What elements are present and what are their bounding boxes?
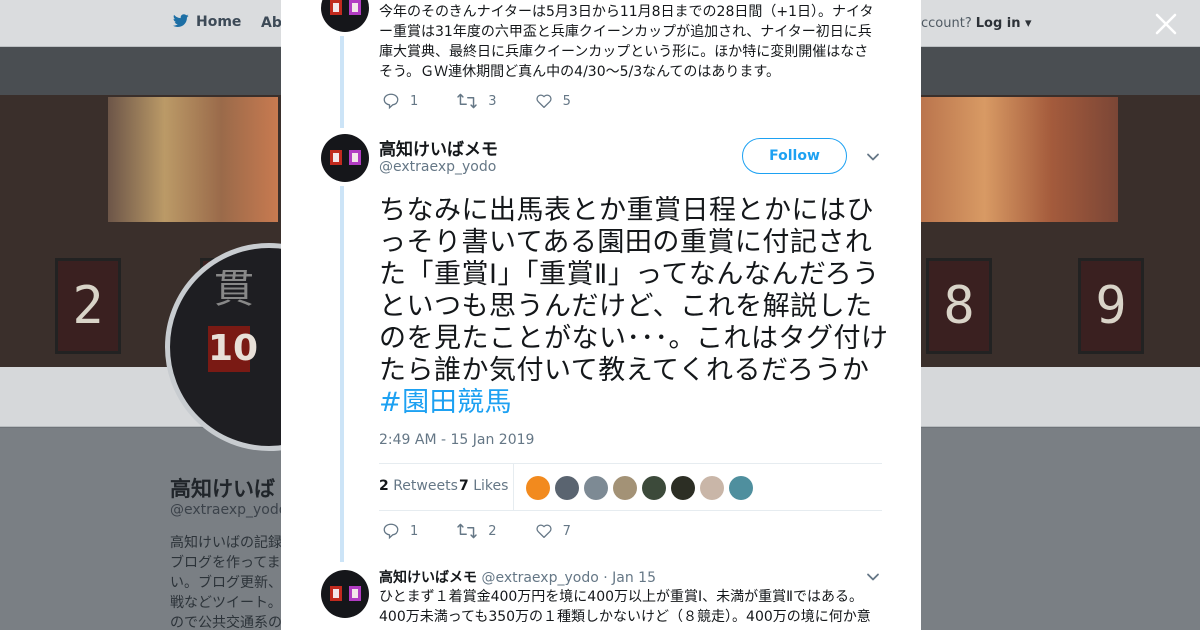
- liker-avatar[interactable]: [613, 476, 637, 500]
- liker-avatars: [526, 476, 758, 500]
- reply-author-name[interactable]: 高知けいばメモ: [379, 570, 477, 586]
- thread-connector: [340, 36, 344, 128]
- liker-avatar[interactable]: [729, 476, 753, 500]
- prev-tweet-actions: 1 3 5: [382, 92, 597, 110]
- heart-icon: [535, 524, 552, 539]
- chevron-down-icon[interactable]: [865, 149, 881, 165]
- reply-tweet-text: ひとまず１着賞金400万円を境に400万以上が重賞Ⅰ、未満が重賞Ⅱではある。40…: [379, 589, 871, 625]
- avatar[interactable]: [321, 0, 369, 32]
- author-name[interactable]: 高知けいばメモ: [379, 135, 498, 160]
- retweet-icon: [457, 523, 478, 539]
- reply-button[interactable]: 1: [382, 522, 418, 540]
- reply-tweet-header: 高知けいばメモ @extraexp_yodo · Jan 15: [379, 567, 656, 587]
- liker-avatar[interactable]: [642, 476, 666, 500]
- stats-divider: [513, 464, 514, 510]
- close-icon[interactable]: [1154, 12, 1178, 36]
- reply-date[interactable]: Jan 15: [612, 570, 656, 586]
- like-button[interactable]: 5: [535, 92, 571, 110]
- like-button[interactable]: 7: [535, 522, 571, 540]
- hashtag-link[interactable]: #園田競馬: [379, 387, 512, 418]
- reply-button[interactable]: 1: [382, 92, 418, 110]
- reply-icon: [383, 93, 399, 110]
- reply-dot: ·: [603, 570, 608, 586]
- tweet-text: ちなみに出馬表とか重賞日程とかにはひっそり書いてある園田の重賞に付記された「重賞…: [379, 195, 889, 419]
- liker-avatar[interactable]: [671, 476, 695, 500]
- liker-avatar[interactable]: [700, 476, 724, 500]
- retweet-button[interactable]: 3: [456, 92, 497, 110]
- tweet-body: ちなみに出馬表とか重賞日程とかにはひっそり書いてある園田の重賞に付記された「重賞…: [379, 195, 889, 386]
- liker-avatar[interactable]: [555, 476, 579, 500]
- main-tweet-actions: 1 2 7: [382, 522, 597, 540]
- reply-icon: [383, 523, 399, 540]
- tweet-permalink-modal: 今年のそのきんナイターは5月3日から11月8日までの28日間（+1日）。ナイター…: [281, 0, 921, 630]
- author-avatar[interactable]: [321, 134, 369, 182]
- chevron-down-icon[interactable]: [865, 569, 881, 585]
- author-handle[interactable]: @extraexp_yodo: [379, 159, 496, 175]
- heart-icon: [535, 94, 552, 109]
- prev-tweet-text: 今年のそのきんナイターは5月3日から11月8日までの28日間（+1日）。ナイター…: [379, 4, 874, 80]
- likes-stat[interactable]: 7 Likes: [459, 478, 508, 494]
- follow-button[interactable]: Follow: [742, 138, 847, 174]
- thread-connector: [340, 186, 344, 562]
- retweet-button[interactable]: 2: [456, 522, 497, 540]
- reply-author-handle[interactable]: @extraexp_yodo: [481, 570, 598, 586]
- retweet-icon: [457, 93, 478, 109]
- tweet-stats: 2 Retweets 7 Likes: [379, 463, 882, 511]
- liker-avatar[interactable]: [584, 476, 608, 500]
- liker-avatar[interactable]: [526, 476, 550, 500]
- tweet-timestamp[interactable]: 2:49 AM - 15 Jan 2019: [379, 432, 534, 448]
- retweets-stat[interactable]: 2 Retweets: [379, 478, 458, 494]
- avatar[interactable]: [321, 570, 369, 618]
